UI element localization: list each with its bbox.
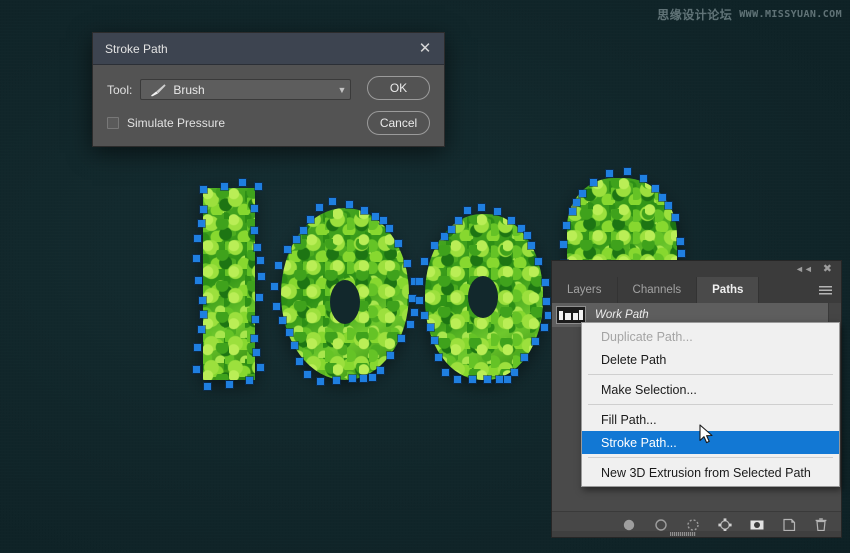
- ok-button[interactable]: OK: [367, 76, 430, 100]
- panel-menu-icon[interactable]: [817, 277, 833, 303]
- menu-separator: [588, 457, 833, 458]
- tab-layers[interactable]: Layers: [552, 277, 618, 303]
- close-icon[interactable]: ✕: [412, 37, 438, 61]
- close-icon[interactable]: ✖: [823, 263, 832, 275]
- paths-context-menu[interactable]: Duplicate Path... Delete Path Make Selecti…: [581, 322, 840, 487]
- glyph-e-counter: [330, 280, 360, 324]
- dialog-body: Tool: Brush ▼ Simulate Pressure OK Cance…: [93, 65, 444, 147]
- panel-horizontal-scrollbar[interactable]: [552, 531, 841, 537]
- menu-item-make-selection[interactable]: Make Selection...: [582, 378, 839, 401]
- watermark-url-text: WWW.MISSYUAN.COM: [739, 9, 842, 20]
- stroke-path-dialog[interactable]: Stroke Path ✕ Tool: Brush ▼ Simulate Pre…: [92, 32, 445, 147]
- menu-item-fill-path[interactable]: Fill Path...: [582, 408, 839, 431]
- tab-channels[interactable]: Channels: [617, 277, 698, 303]
- path-name-label: Work Path: [595, 309, 649, 321]
- simulate-pressure-checkbox[interactable]: [107, 117, 119, 129]
- menu-item-new-3d-extrusion-from-selected-path[interactable]: New 3D Extrusion from Selected Path: [582, 461, 839, 484]
- chevron-down-icon: ▼: [337, 84, 347, 95]
- panel-topbar: ◄◄ ✖: [552, 261, 841, 277]
- tool-value: Brush: [173, 82, 205, 97]
- menu-item-stroke-path[interactable]: Stroke Path...: [582, 431, 839, 454]
- brush-icon: [151, 83, 166, 96]
- menu-item-duplicate-path: Duplicate Path...: [601, 329, 693, 344]
- dialog-title: Stroke Path: [105, 41, 168, 56]
- collapse-icon[interactable]: ◄◄: [795, 264, 813, 274]
- simulate-pressure-label: Simulate Pressure: [127, 116, 226, 130]
- tab-paths[interactable]: Paths: [697, 277, 760, 303]
- tool-label: Tool:: [107, 82, 133, 97]
- tool-select[interactable]: Brush ▼: [140, 79, 352, 100]
- menu-separator: [588, 374, 833, 375]
- watermark-chinese-text: 思缘设计论坛: [657, 8, 733, 22]
- panel-tabs: Layers Channels Paths: [552, 277, 841, 303]
- dialog-titlebar[interactable]: Stroke Path ✕: [93, 33, 444, 65]
- menu-item-delete-path[interactable]: Delete Path: [582, 348, 839, 371]
- glyph-a-counter: [468, 276, 498, 318]
- cancel-button[interactable]: Cancel: [367, 111, 430, 135]
- watermark: 思缘设计论坛 WWW.MISSYUAN.COM: [657, 6, 842, 23]
- menu-separator: [588, 404, 833, 405]
- glyph-l: [203, 188, 255, 380]
